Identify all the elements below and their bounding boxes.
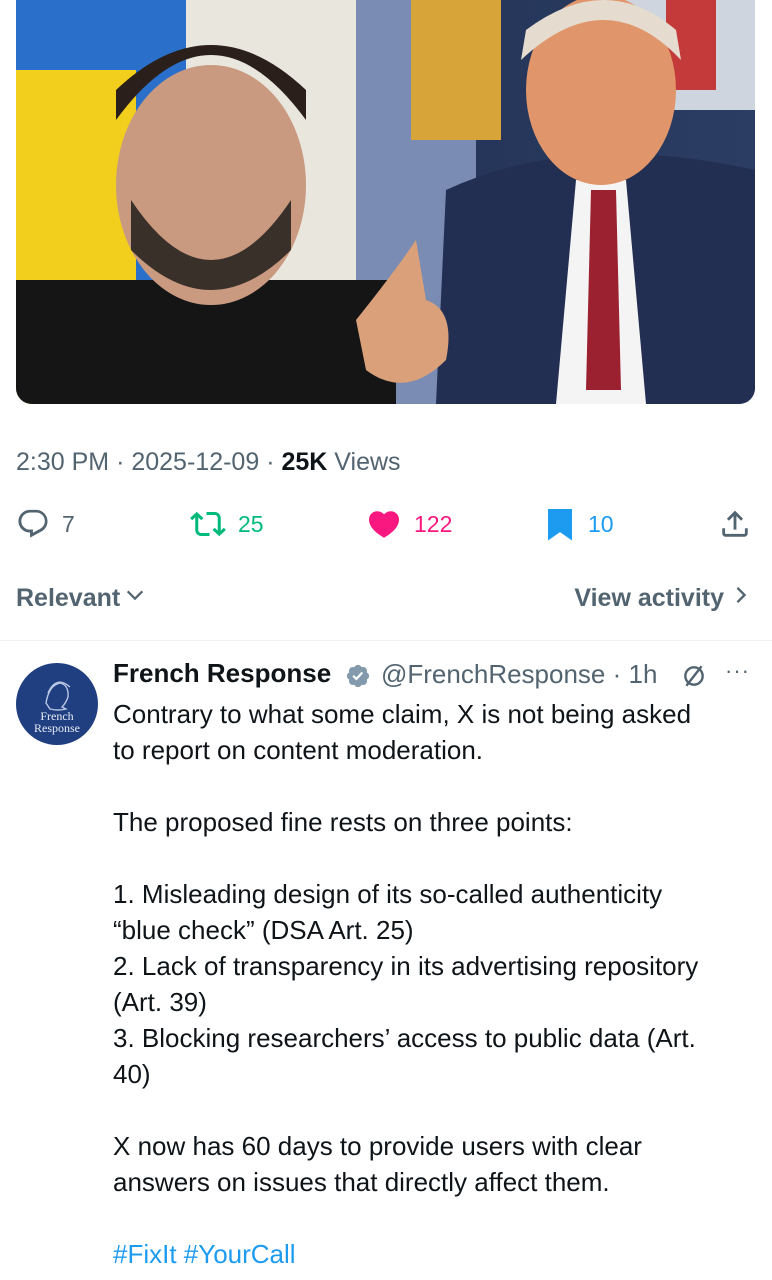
view-activity-label: View activity [574, 584, 724, 612]
text-line: 3. Blocking researchers’ access to publi… [113, 1023, 696, 1053]
text-line: (Art. 39) [113, 987, 207, 1017]
text-line: to report on content moderation. [113, 735, 484, 765]
tweet-timestamp[interactable]: 2:30 PM · 2025-12-09 · 25K Views [16, 448, 401, 477]
text-line: answers on issues that directly affect t… [113, 1167, 610, 1197]
avatar[interactable]: French Response [16, 663, 98, 745]
text-line: Contrary to what some claim, X is not be… [113, 699, 692, 729]
view-activity-link[interactable]: View activity [574, 584, 750, 613]
like-button[interactable]: 122 [366, 500, 452, 548]
reply-header: French Response @FrenchResponse · 1h ··· [113, 658, 763, 694]
tweet-date: 2025-12-09 [131, 448, 260, 476]
replies-sort-bar: Relevant View activity [0, 578, 772, 618]
verified-badge-icon [345, 663, 371, 694]
grok-icon[interactable] [681, 663, 707, 694]
text-line: 2. Lack of transparency in its advertisi… [113, 951, 699, 981]
chevron-right-icon [732, 584, 750, 613]
reply-text: Contrary to what some claim, X is not be… [113, 696, 763, 1272]
separator: · [266, 448, 275, 476]
separator: · [116, 448, 125, 476]
like-count: 122 [414, 510, 453, 537]
retweet-button[interactable]: 25 [190, 500, 264, 548]
divider [0, 640, 772, 641]
bookmark-button[interactable]: 10 [544, 500, 614, 548]
tweet-media-photo[interactable] [16, 0, 755, 404]
text-line: X now has 60 days to provide users with … [113, 1131, 642, 1161]
hashtag-links[interactable]: #FixIt #YourCall [113, 1236, 763, 1272]
bookmark-icon [544, 506, 576, 542]
reply-author-name[interactable]: French Response [113, 658, 331, 689]
share-button[interactable] [718, 500, 752, 548]
sort-dropdown[interactable]: Relevant [16, 584, 146, 613]
share-icon [718, 507, 752, 541]
text-line [113, 840, 763, 876]
reply-icon [16, 507, 50, 541]
tweet-action-bar: 7 25 122 10 [0, 500, 772, 548]
text-line [113, 1200, 763, 1236]
views-label: Views [334, 448, 401, 476]
tweet-time: 2:30 PM [16, 448, 110, 476]
text-line: 1. Misleading design of its so-called au… [113, 879, 663, 909]
bookmark-count: 10 [588, 510, 614, 537]
sort-label: Relevant [16, 584, 121, 612]
reply-handle-age[interactable]: @FrenchResponse · 1h [381, 659, 657, 690]
like-icon [366, 506, 402, 542]
text-line: “blue check” (DSA Art. 25) [113, 915, 414, 945]
reply-button[interactable]: 7 [16, 500, 75, 548]
views-count: 25K [281, 448, 328, 476]
chevron-down-icon [124, 584, 146, 613]
avatar-text: French Response [34, 709, 80, 735]
text-line [113, 1092, 763, 1128]
retweet-count: 25 [238, 510, 264, 537]
reply-count: 7 [62, 510, 75, 537]
text-line [113, 768, 763, 804]
more-icon[interactable]: ··· [725, 658, 750, 684]
text-line: 40) [113, 1059, 151, 1089]
retweet-icon [190, 506, 226, 542]
text-line: The proposed fine rests on three points: [113, 807, 573, 837]
